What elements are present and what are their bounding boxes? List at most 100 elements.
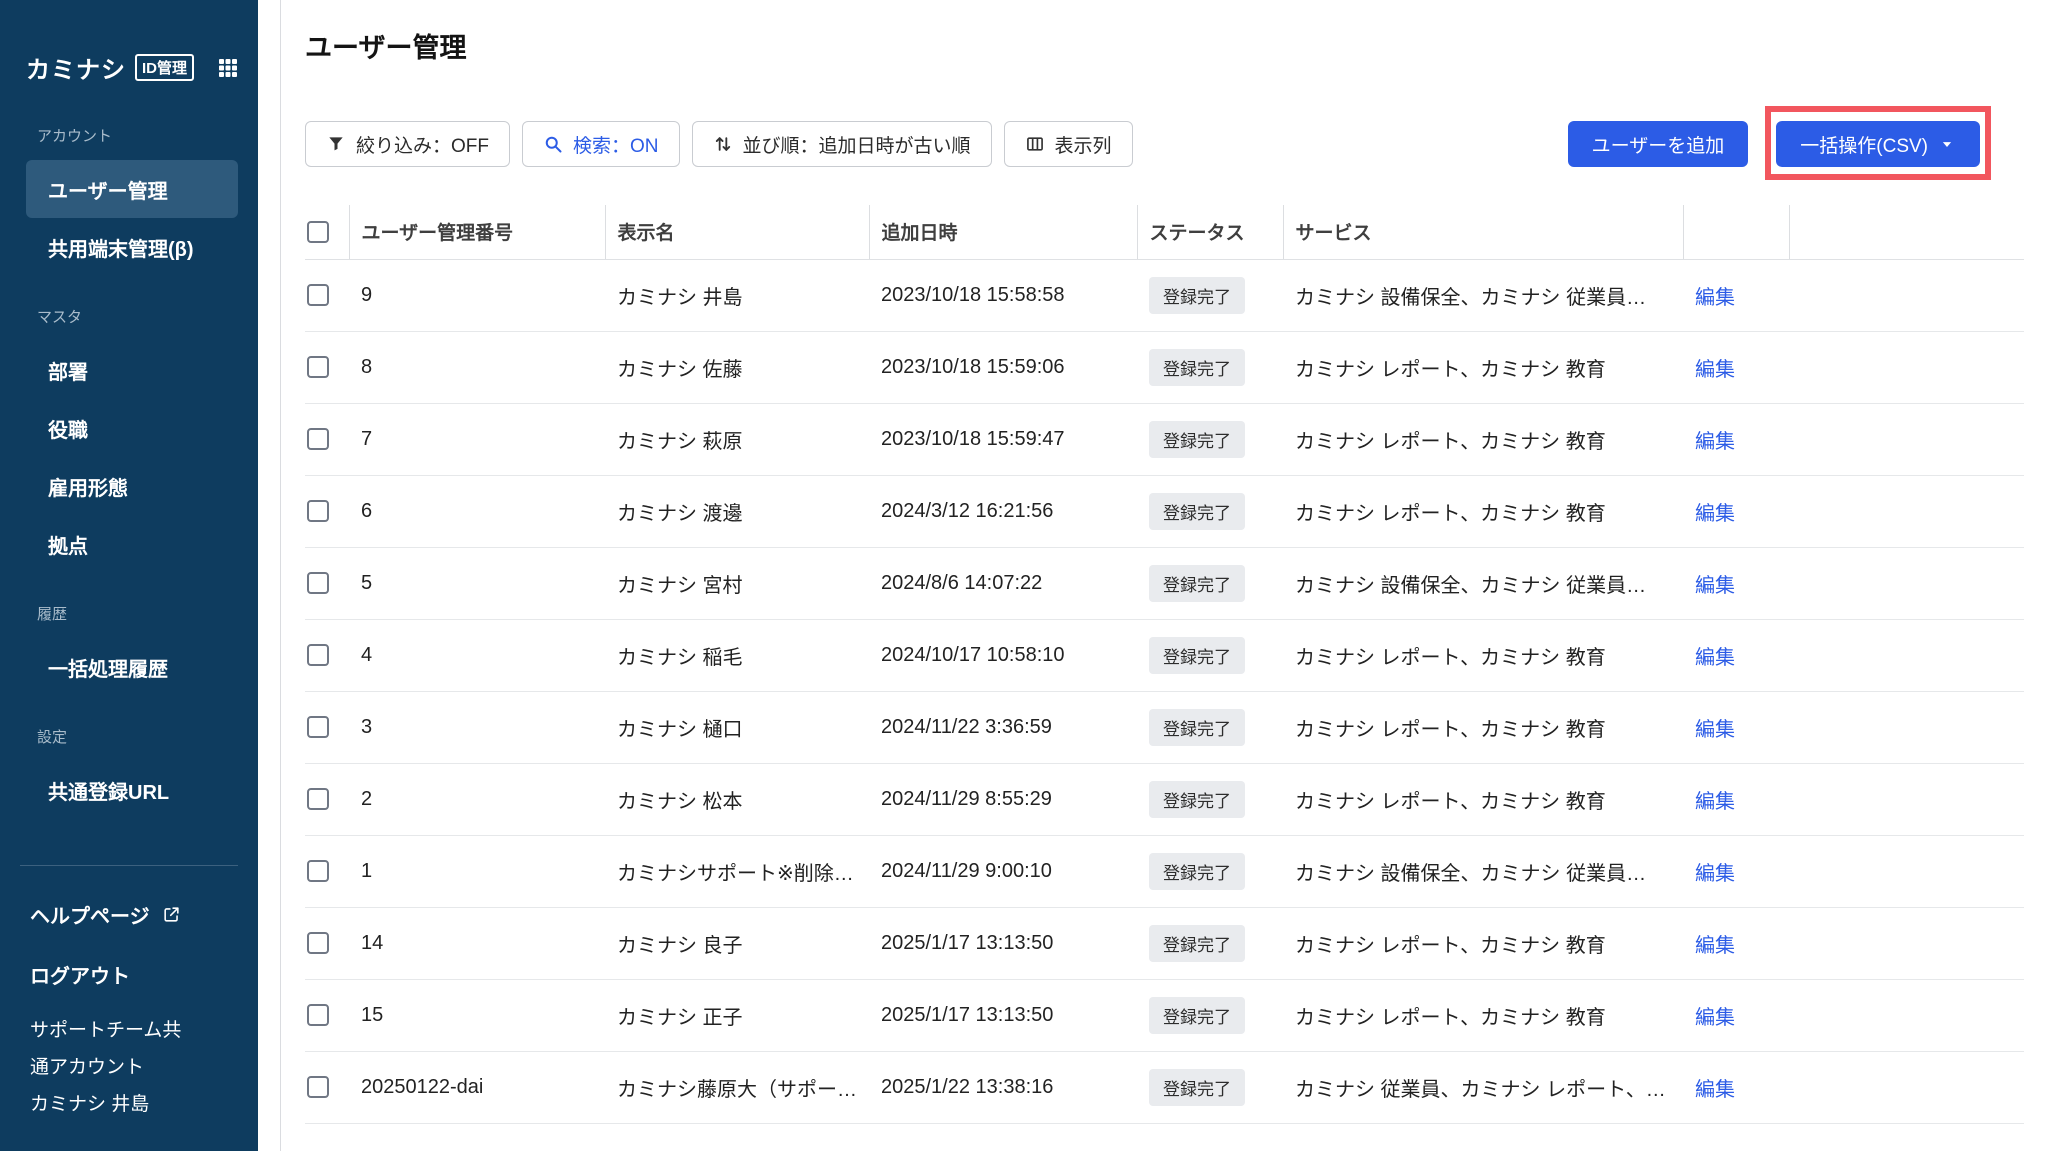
sidebar-section: 設定 共通登録URL	[26, 726, 238, 819]
sidebar-item-positions[interactable]: 役職	[26, 399, 238, 457]
status-badge: 登録完了	[1149, 1069, 1245, 1106]
search-button[interactable]: 検索：ON	[522, 121, 680, 167]
cell-display-name: カミナシ 良子	[605, 907, 869, 979]
status-badge: 登録完了	[1149, 637, 1245, 674]
cell-display-name: カミナシサポート※削除…	[605, 835, 869, 907]
cell-display-name: カミナシ 松本	[605, 763, 869, 835]
sidebar-item-common-registration-url[interactable]: 共通登録URL	[26, 761, 238, 819]
user-table-container: ユーザー管理番号 表示名 追加日時 ステータス サービス 9 カミナシ 井島 2…	[305, 205, 2024, 1124]
sort-arrows-icon	[713, 134, 733, 154]
cell-services: カミナシ 設備保全、カミナシ 従業員…	[1283, 547, 1683, 619]
sidebar-item-label: 共通登録URL	[48, 776, 169, 805]
edit-link[interactable]: 編集	[1695, 287, 1735, 309]
sidebar-item-label: ユーザー管理	[48, 175, 168, 204]
cell-display-name: カミナシ 稲毛	[605, 619, 869, 691]
cell-added-at: 2023/10/18 15:59:06	[869, 331, 1137, 403]
edit-link[interactable]: 編集	[1695, 575, 1735, 597]
filter-button[interactable]: 絞り込み：OFF	[305, 121, 510, 167]
edit-link[interactable]: 編集	[1695, 935, 1735, 957]
sidebar-item-label: 共用端末管理(β)	[48, 233, 194, 262]
cell-services: カミナシ レポート、カミナシ 教育	[1283, 979, 1683, 1051]
edit-link[interactable]: 編集	[1695, 1079, 1735, 1101]
row-checkbox[interactable]	[307, 1004, 329, 1026]
cell-display-name: カミナシ 樋口	[605, 691, 869, 763]
cell-user-number: 2	[349, 763, 605, 835]
cell-added-at: 2025/1/17 13:13:50	[869, 979, 1137, 1051]
cell-added-at: 2025/1/22 13:38:16	[869, 1051, 1137, 1123]
row-checkbox[interactable]	[307, 644, 329, 666]
table-row: 2 カミナシ 松本 2024/11/29 8:55:29 登録完了 カミナシ レ…	[305, 763, 2024, 835]
cell-extra	[1789, 619, 2024, 691]
row-checkbox[interactable]	[307, 572, 329, 594]
add-user-button[interactable]: ユーザーを追加	[1568, 121, 1749, 167]
help-page-label: ヘルプページ	[30, 900, 150, 929]
table-row: 4 カミナシ 稲毛 2024/10/17 10:58:10 登録完了 カミナシ …	[305, 619, 2024, 691]
cell-display-name: カミナシ 正子	[605, 979, 869, 1051]
edit-link[interactable]: 編集	[1695, 647, 1735, 669]
cell-user-number: 15	[349, 979, 605, 1051]
select-all-checkbox[interactable]	[307, 221, 329, 243]
row-checkbox[interactable]	[307, 284, 329, 306]
cell-services: カミナシ レポート、カミナシ 教育	[1283, 475, 1683, 547]
apps-grid-icon[interactable]	[216, 56, 240, 80]
table-row: 5 カミナシ 宮村 2024/8/6 14:07:22 登録完了 カミナシ 設備…	[305, 547, 2024, 619]
account-name-line1: サポートチーム共	[30, 1012, 228, 1049]
row-checkbox[interactable]	[307, 860, 329, 882]
cell-extra	[1789, 1051, 2024, 1123]
sidebar-item-batch-history[interactable]: 一括処理履歴	[26, 638, 238, 696]
cell-services: カミナシ レポート、カミナシ 教育	[1283, 619, 1683, 691]
row-checkbox[interactable]	[307, 428, 329, 450]
sidebar-section-label: 履歴	[37, 603, 238, 624]
table-row: 20250122-dai カミナシ藤原大（サポー… 2025/1/22 13:3…	[305, 1051, 2024, 1123]
cell-services: カミナシ 従業員、カミナシ レポート、…	[1283, 1051, 1683, 1123]
sidebar-item-users[interactable]: ユーザー管理	[26, 160, 238, 218]
table-header-row: ユーザー管理番号 表示名 追加日時 ステータス サービス	[305, 205, 2024, 259]
cell-display-name: カミナシ 井島	[605, 259, 869, 331]
status-badge: 登録完了	[1149, 709, 1245, 746]
status-badge: 登録完了	[1149, 421, 1245, 458]
row-checkbox[interactable]	[307, 716, 329, 738]
caret-down-icon	[1938, 135, 1956, 153]
cell-display-name: カミナシ 佐藤	[605, 331, 869, 403]
row-checkbox[interactable]	[307, 788, 329, 810]
edit-link[interactable]: 編集	[1695, 863, 1735, 885]
help-page-link[interactable]: ヘルプページ	[0, 884, 258, 944]
cell-added-at: 2023/10/18 15:59:47	[869, 403, 1137, 475]
row-checkbox[interactable]	[307, 500, 329, 522]
brand-name: カミナシ	[26, 50, 126, 85]
magnifier-icon	[543, 134, 563, 154]
logout-button[interactable]: ログアウト	[0, 944, 258, 1004]
row-checkbox[interactable]	[307, 1076, 329, 1098]
edit-link[interactable]: 編集	[1695, 503, 1735, 525]
sidebar-item-employment-types[interactable]: 雇用形態	[26, 457, 238, 515]
bulk-action-csv-button[interactable]: 一括操作(CSV)	[1776, 121, 1980, 167]
col-header-display-name: 表示名	[605, 205, 869, 259]
sidebar-section: 履歴 一括処理履歴	[26, 603, 238, 696]
sidebar-item-label: 雇用形態	[48, 472, 128, 501]
user-table: ユーザー管理番号 表示名 追加日時 ステータス サービス 9 カミナシ 井島 2…	[305, 205, 2024, 1124]
cell-extra	[1789, 547, 2024, 619]
edit-link[interactable]: 編集	[1695, 359, 1735, 381]
cell-added-at: 2024/10/17 10:58:10	[869, 619, 1137, 691]
account-user-name: カミナシ 井島	[30, 1086, 228, 1123]
row-checkbox[interactable]	[307, 356, 329, 378]
cell-user-number: 8	[349, 331, 605, 403]
cell-services: カミナシ レポート、カミナシ 教育	[1283, 691, 1683, 763]
cell-display-name: カミナシ 渡邊	[605, 475, 869, 547]
logout-label: ログアウト	[30, 960, 130, 989]
sort-button[interactable]: 並び順：追加日時が古い順	[692, 121, 992, 167]
columns-button[interactable]: 表示列	[1004, 121, 1133, 167]
edit-link[interactable]: 編集	[1695, 719, 1735, 741]
sidebar-section: アカウント ユーザー管理 共用端末管理(β)	[26, 125, 238, 276]
cell-user-number: 1	[349, 835, 605, 907]
edit-link[interactable]: 編集	[1695, 1007, 1735, 1029]
cell-services: カミナシ 設備保全、カミナシ 従業員…	[1283, 259, 1683, 331]
sidebar-item-departments[interactable]: 部署	[26, 341, 238, 399]
sidebar-item-shared-devices[interactable]: 共用端末管理(β)	[26, 218, 238, 276]
row-checkbox[interactable]	[307, 932, 329, 954]
edit-link[interactable]: 編集	[1695, 791, 1735, 813]
sidebar-item-locations[interactable]: 拠点	[26, 515, 238, 573]
bulk-action-wrapper: 一括操作(CSV)	[1776, 121, 1980, 167]
edit-link[interactable]: 編集	[1695, 431, 1735, 453]
brand-badge: ID管理	[135, 54, 194, 81]
